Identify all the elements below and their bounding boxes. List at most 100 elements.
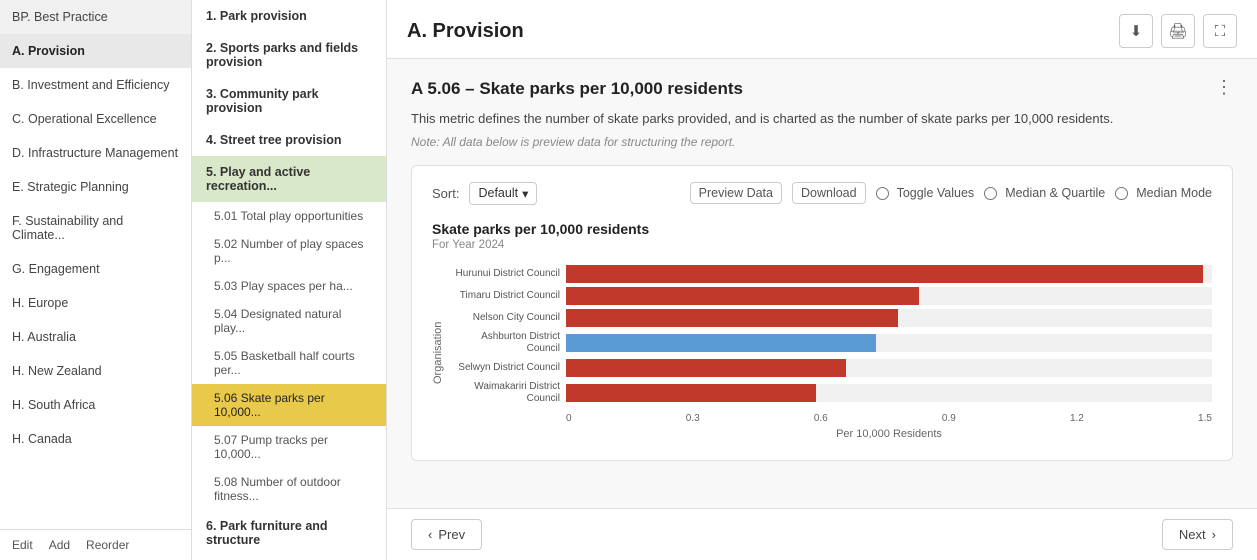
mid-sidebar: 1. Park provision2. Sports parks and fie… (192, 0, 387, 560)
median-mode-radio[interactable]: Median Mode (1115, 186, 1212, 200)
y-axis-label: Organisation (432, 265, 444, 440)
mid-item-1[interactable]: 1. Park provision (192, 0, 386, 32)
sidebar-item-h-europe[interactable]: H. Europe (0, 286, 191, 320)
x-axis-tick: 1.5 (1198, 413, 1212, 424)
sidebar-item-f[interactable]: F. Sustainability and Climate... (0, 204, 191, 252)
bar-org-label: Ashburton District Council (450, 331, 560, 355)
mid-item-6[interactable]: 6. Park furniture and structure (192, 510, 386, 556)
main-header: A. Provision ⬇ 🖨 ⛶ (387, 0, 1257, 59)
bar-org-label: Timaru District Council (450, 290, 560, 302)
median-mode-label: Median Mode (1136, 186, 1212, 200)
sidebar-item-e[interactable]: E. Strategic Planning (0, 170, 191, 204)
bar-row: Timaru District Council (450, 287, 1212, 305)
chart-inner: Hurunui District Council Timaru District … (450, 265, 1212, 440)
expand-header-button[interactable]: ⛶ (1203, 14, 1237, 48)
edit-button[interactable]: Edit (12, 538, 33, 552)
sidebar-item-h-newzealand[interactable]: H. New Zealand (0, 354, 191, 388)
download-button[interactable]: Download (792, 182, 866, 204)
bar-row: Nelson City Council (450, 309, 1212, 327)
mid-item-4[interactable]: 4. Street tree provision (192, 124, 386, 156)
toggle-values-label: Toggle Values (897, 186, 975, 200)
chart-area: Organisation Hurunui District Council Tim… (432, 265, 1212, 440)
bar-fill (566, 334, 876, 352)
mid-item-5-07[interactable]: 5.07 Pump tracks per 10,000... (192, 426, 386, 468)
sidebar-item-h-southafrica[interactable]: H. South Africa (0, 388, 191, 422)
mid-item-2[interactable]: 2. Sports parks and fields provision (192, 32, 386, 78)
median-quartile-radio[interactable]: Median & Quartile (984, 186, 1105, 200)
next-label: Next (1179, 527, 1206, 542)
bar-track (566, 334, 1212, 352)
download-header-button[interactable]: ⬇ (1119, 14, 1153, 48)
chart-subtitle: For Year 2024 (432, 239, 1212, 251)
chart-card: Sort: Default ▾ Preview Data Download To… (411, 165, 1233, 461)
main-body: ⋮ A 5.06 – Skate parks per 10,000 reside… (387, 59, 1257, 508)
metric-note: Note: All data below is preview data for… (411, 135, 1233, 149)
bar-track (566, 287, 1212, 305)
next-arrow-icon: › (1212, 527, 1216, 542)
bar-org-label: Selwyn District Council (450, 362, 560, 374)
sidebar-item-g[interactable]: G. Engagement (0, 252, 191, 286)
bar-fill (566, 359, 846, 377)
next-button[interactable]: Next › (1162, 519, 1233, 550)
mid-item-5-08[interactable]: 5.08 Number of outdoor fitness... (192, 468, 386, 510)
mid-item-5-02[interactable]: 5.02 Number of play spaces p... (192, 230, 386, 272)
more-options-button[interactable]: ⋮ (1215, 77, 1233, 98)
bar-track (566, 359, 1212, 377)
bar-row: Selwyn District Council (450, 359, 1212, 377)
main-content: A. Provision ⬇ 🖨 ⛶ ⋮ A 5.06 – Skate park… (387, 0, 1257, 560)
sort-select[interactable]: Default ▾ (469, 182, 537, 205)
reorder-button[interactable]: Reorder (86, 538, 129, 552)
bar-org-label: Waimakariri District Council (450, 381, 560, 405)
sidebar-item-h-australia[interactable]: H. Australia (0, 320, 191, 354)
x-axis-tick: 0.3 (686, 413, 700, 424)
bar-row: Hurunui District Council (450, 265, 1212, 283)
sort-value: Default (478, 186, 518, 200)
x-axis-tick: 1.2 (1070, 413, 1084, 424)
mid-item-5-01[interactable]: 5.01 Total play opportunities (192, 202, 386, 230)
chart-title: Skate parks per 10,000 residents (432, 221, 1212, 237)
mid-item-5[interactable]: 5. Play and active recreation... (192, 156, 386, 202)
page-title: A. Provision (407, 20, 524, 43)
mid-item-5-06[interactable]: 5.06 Skate parks per 10,000... (192, 384, 386, 426)
sort-label: Sort: (432, 186, 459, 201)
bar-fill (566, 265, 1203, 283)
x-axis-label: Per 10,000 Residents (566, 428, 1212, 440)
metric-description: This metric defines the number of skate … (411, 109, 1233, 129)
sidebar-item-c[interactable]: C. Operational Excellence (0, 102, 191, 136)
add-button[interactable]: Add (49, 538, 70, 552)
mid-item-5-05[interactable]: 5.05 Basketball half courts per... (192, 342, 386, 384)
metric-title: A 5.06 – Skate parks per 10,000 resident… (411, 79, 1233, 99)
header-actions: ⬇ 🖨 ⛶ (1119, 14, 1237, 48)
median-quartile-label: Median & Quartile (1005, 186, 1105, 200)
bar-track (566, 384, 1212, 402)
sidebar-item-a[interactable]: A. Provision (0, 34, 191, 68)
prev-button[interactable]: ‹ Prev (411, 519, 482, 550)
sidebar-item-bp[interactable]: BP. Best Practice (0, 0, 191, 34)
sidebar-item-d[interactable]: D. Infrastructure Management (0, 136, 191, 170)
sidebar-item-b[interactable]: B. Investment and Efficiency (0, 68, 191, 102)
bar-track (566, 309, 1212, 327)
bar-fill (566, 287, 919, 305)
sidebar-item-h-canada[interactable]: H. Canada (0, 422, 191, 456)
bar-track (566, 265, 1212, 283)
bar-fill (566, 384, 816, 402)
main-footer: ‹ Prev Next › (387, 508, 1257, 560)
bar-fill (566, 309, 898, 327)
sort-chevron-icon: ▾ (522, 186, 528, 201)
mid-item-5-03[interactable]: 5.03 Play spaces per ha... (192, 272, 386, 300)
sidebar-footer: Edit Add Reorder (0, 529, 191, 560)
bar-org-label: Hurunui District Council (450, 268, 560, 280)
toggle-values-radio[interactable]: Toggle Values (876, 186, 975, 200)
print-header-button[interactable]: 🖨 (1161, 14, 1195, 48)
bar-org-label: Nelson City Council (450, 312, 560, 324)
mid-item-5-04[interactable]: 5.04 Designated natural play... (192, 300, 386, 342)
preview-data-button[interactable]: Preview Data (690, 182, 782, 204)
x-axis-tick: 0.6 (814, 413, 828, 424)
bar-chart: Hurunui District Council Timaru District … (450, 265, 1212, 405)
chart-toolbar: Sort: Default ▾ Preview Data Download To… (432, 182, 1212, 205)
x-axis-ticks: 00.30.60.91.21.5 (566, 413, 1212, 424)
mid-item-3[interactable]: 3. Community park provision (192, 78, 386, 124)
left-sidebar: BP. Best PracticeA. ProvisionB. Investme… (0, 0, 192, 560)
prev-label: Prev (438, 527, 465, 542)
bar-row: Ashburton District Council (450, 331, 1212, 355)
